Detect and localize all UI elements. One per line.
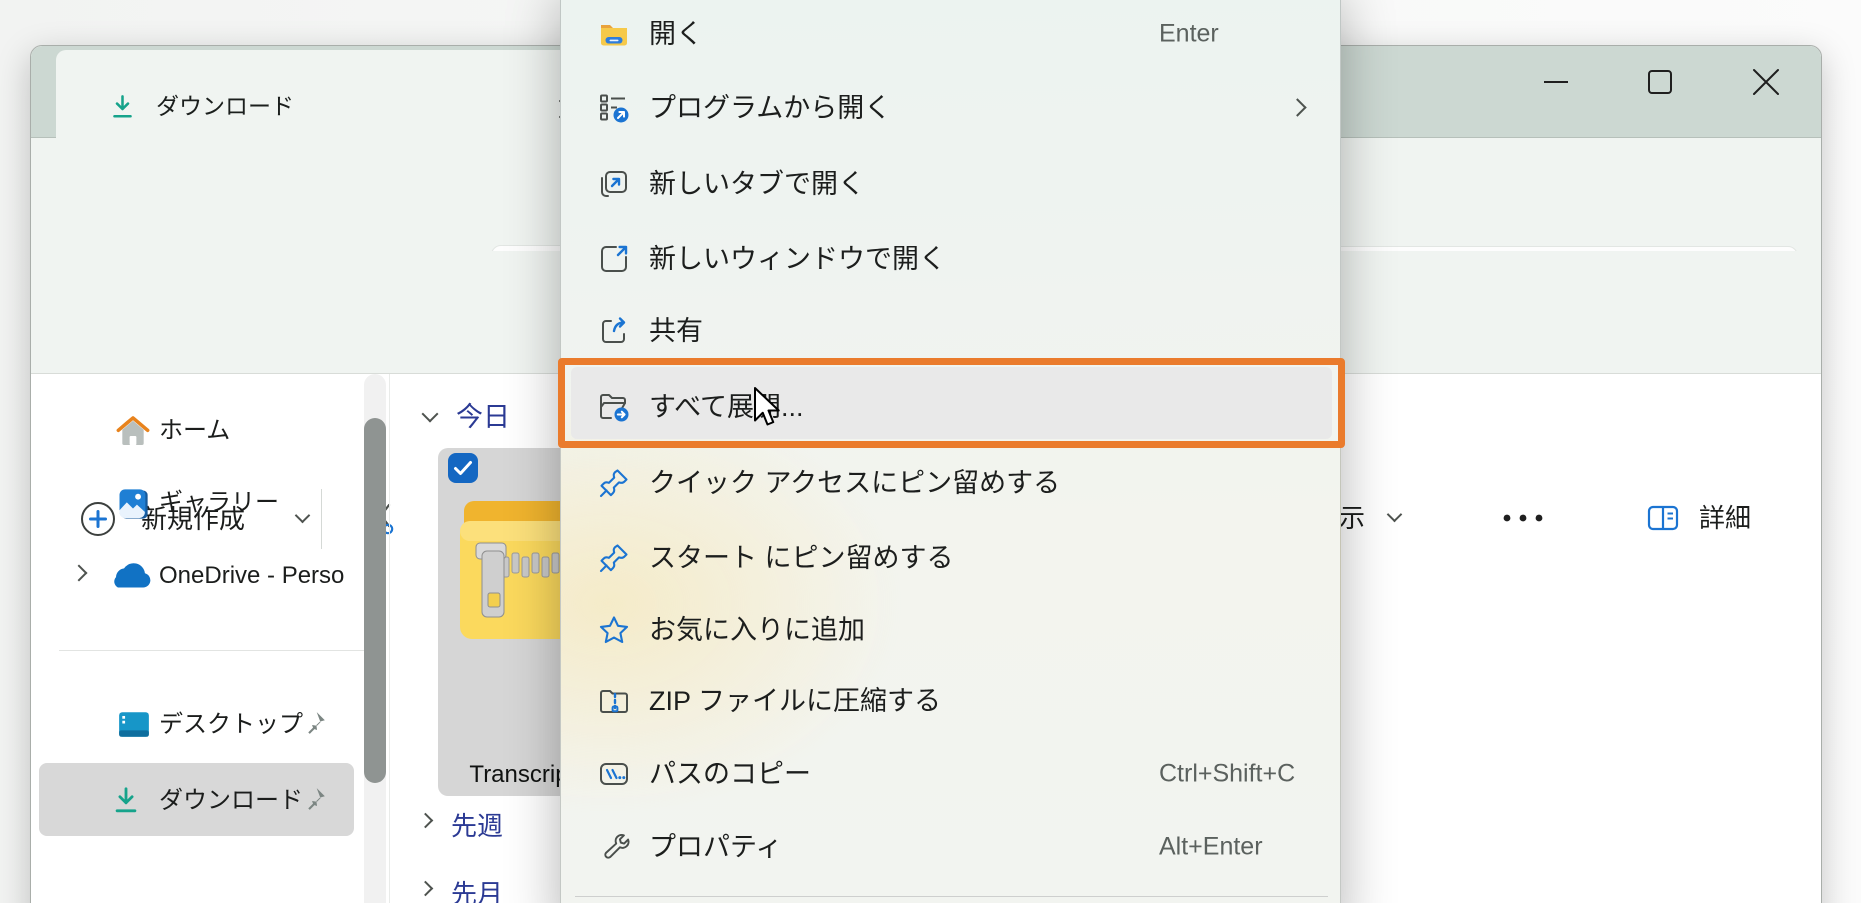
menu-item-label: 新しいタブで開く [649,168,865,200]
close-button[interactable] [1731,54,1801,110]
sidebar-item-label: デスクトップ [159,711,303,739]
group-chevron-icon[interactable] [418,813,434,829]
sidebar-item-label: ダウンロード [159,787,303,815]
sidebar-item-documents[interactable]: ドキュメント [39,888,354,903]
menu-item-pin-start[interactable]: スタート にピン留めする [561,525,1340,591]
details-button-label[interactable]: 詳細 [1699,503,1751,533]
menu-item-add-favorites[interactable]: お気に入りに追加 [561,597,1340,663]
mouse-cursor [750,385,780,431]
pin-icon [301,786,327,812]
new-tab-icon [598,168,630,200]
menu-item-label: クイック アクセスにピン留めする [649,467,1060,499]
tab-title: ダウンロード [156,92,294,120]
onedrive-icon [109,563,151,591]
view-chevron-icon [1387,507,1403,523]
sidebar-item-home[interactable]: ホーム [39,398,354,464]
close-icon [1752,68,1780,96]
details-pane-icon[interactable] [1645,500,1681,536]
home-icon [115,414,151,450]
sidebar-item-gallery[interactable]: ギャラリー [39,470,354,536]
menu-item-label: プログラムから開く [649,92,891,124]
menu-item-share[interactable]: 共有 [561,298,1340,364]
sidebar-item-label: OneDrive - Perso [159,562,381,590]
star-icon [598,614,630,646]
menu-item-shortcut: Alt+Enter [1159,833,1263,862]
menu-item-label: 共有 [649,315,703,347]
menu-item-label: プロパティ [649,831,782,863]
minimize-icon [1543,69,1569,95]
expand-chevron-icon[interactable] [71,565,88,582]
share-icon [598,315,630,347]
file-checkbox[interactable] [448,453,478,483]
check-icon [448,453,478,483]
pin-icon [598,542,630,574]
menu-item-open-with[interactable]: プログラムから開く [561,75,1340,141]
group-header-last-week[interactable]: 先週 [451,811,503,841]
menu-item-compress-zip[interactable]: ZIP ファイルに圧縮する [561,668,1340,734]
menu-item-label: スタート にピン留めする [649,542,954,574]
group-chevron-icon[interactable] [422,406,439,423]
menu-item-properties[interactable]: プロパティ Alt+Enter [561,814,1340,880]
menu-item-pin-quick-access[interactable]: クイック アクセスにピン留めする [561,450,1340,516]
menu-item-open-new-tab[interactable]: 新しいタブで開く [561,151,1340,217]
properties-icon [598,831,630,863]
gallery-icon [115,486,151,522]
sidebar-item-label: ホーム [159,417,230,445]
open-with-icon [598,92,630,124]
open-folder-icon [598,18,630,50]
more-button[interactable] [1499,511,1547,530]
screen: ダウンロード [0,0,1861,903]
tab-downloads[interactable]: ダウンロード [56,50,616,138]
group-header-last-month[interactable]: 先月 [451,879,503,903]
more-icon [1499,511,1547,525]
menu-item-label: お気に入りに追加 [649,614,865,646]
download-icon [111,785,141,815]
menu-item-label: 新しいウィンドウで開く [649,243,946,275]
menu-item-shortcut: Enter [1159,20,1219,49]
sidebar-content-divider [389,374,390,903]
group-header-today[interactable]: 今日 [456,402,510,432]
download-icon [109,93,136,120]
menu-item-open[interactable]: 開く Enter [561,1,1340,67]
group-chevron-icon[interactable] [418,881,434,897]
menu-item-label: 開く [649,18,703,50]
menu-divider [575,896,1328,897]
menu-item-extract-all[interactable]: すべて展開... [561,374,1340,440]
minimize-button[interactable] [1521,54,1591,110]
submenu-chevron-icon [1288,98,1306,116]
sidebar-scrollbar-thumb[interactable] [364,418,386,783]
maximize-button[interactable] [1625,54,1695,110]
desktop-icon [117,709,151,741]
sidebar-item-label: ギャラリー [159,489,279,517]
sidebar-item-onedrive[interactable]: OneDrive - Perso [39,543,354,609]
maximize-icon [1647,69,1673,95]
pin-icon [301,710,327,736]
menu-item-label: パスのコピー [649,758,811,790]
extract-icon [598,391,630,423]
context-menu: 開く Enter プログラムから開く [560,0,1341,903]
zip-compress-icon [598,685,630,717]
menu-item-label: ZIP ファイルに圧縮する [649,685,941,717]
menu-item-shortcut: Ctrl+Shift+C [1159,760,1295,789]
sidebar-item-downloads[interactable]: ダウンロード [39,763,354,836]
pin-icon [598,467,630,499]
copy-path-icon [598,758,630,790]
sidebar-item-desktop[interactable]: デスクトップ [39,692,354,758]
menu-item-label: すべて展開... [649,391,804,423]
sidebar-divider [59,650,376,651]
new-window-icon [598,243,630,275]
menu-item-copy-path[interactable]: パスのコピー Ctrl+Shift+C [561,741,1340,807]
menu-item-open-new-window[interactable]: 新しいウィンドウで開く [561,226,1340,292]
